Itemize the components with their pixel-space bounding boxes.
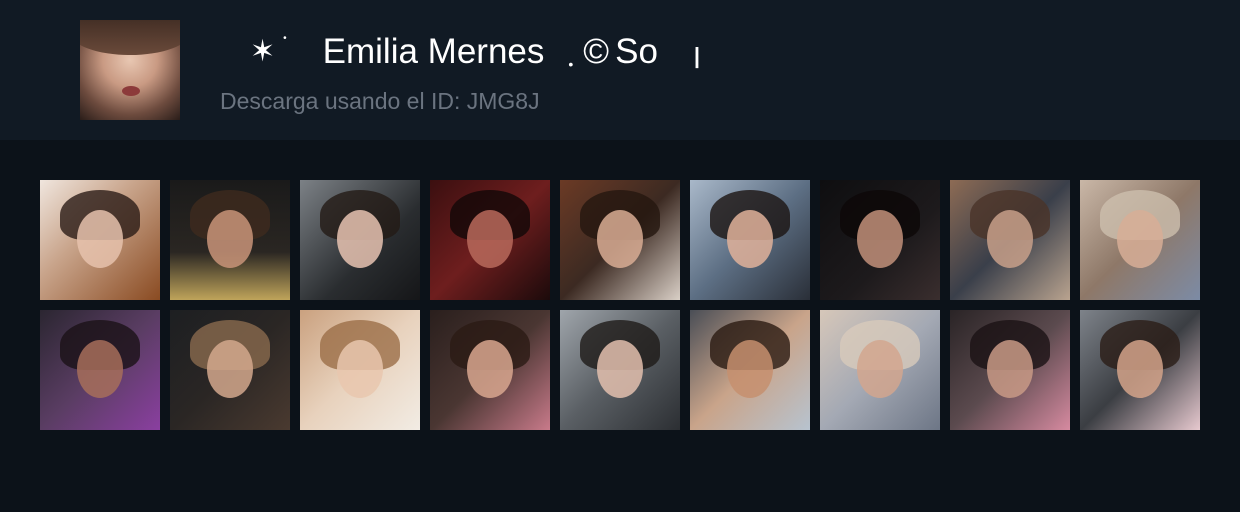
avatar-hair [80, 20, 180, 55]
thumbnail-face [207, 340, 253, 398]
video-thumbnail[interactable] [950, 310, 1070, 430]
video-thumbnail[interactable] [300, 310, 420, 430]
thumbnail-face [337, 210, 383, 268]
thumbnail-face [727, 210, 773, 268]
video-thumbnail[interactable] [950, 180, 1070, 300]
thumbnail-face [77, 210, 123, 268]
video-thumbnail[interactable] [1080, 310, 1200, 430]
thumbnail-face [857, 340, 903, 398]
thumbnail-face [467, 210, 513, 268]
video-thumbnail[interactable] [430, 310, 550, 430]
video-thumbnail[interactable] [40, 180, 160, 300]
bar-mark: | [693, 43, 701, 68]
thumbnail-face [1117, 210, 1163, 268]
thumbnail-grid [40, 180, 1200, 430]
profile-name: Emilia Mernes [322, 32, 545, 71]
dot-mark: • [283, 32, 287, 44]
title-suffix: So [615, 32, 658, 71]
thumbnail-face [987, 210, 1033, 268]
thumbnail-face [1117, 340, 1163, 398]
profile-header: ✶ • Emilia Mernes • © So | Descarga usan… [0, 0, 1240, 140]
avatar-mouth [122, 86, 140, 96]
video-thumbnail[interactable] [430, 180, 550, 300]
video-thumbnail[interactable] [300, 180, 420, 300]
thumbnail-face [467, 340, 513, 398]
copyright-icon: © [583, 32, 610, 71]
thumbnail-face [857, 210, 903, 268]
thumbnail-face [727, 340, 773, 398]
video-thumbnail[interactable] [40, 310, 160, 430]
video-thumbnail[interactable] [820, 180, 940, 300]
video-thumbnail[interactable] [560, 310, 680, 430]
video-thumbnail[interactable] [1080, 180, 1200, 300]
profile-title: ✶ • Emilia Mernes • © So | [250, 30, 700, 74]
video-thumbnail[interactable] [560, 180, 680, 300]
video-thumbnail[interactable] [690, 310, 810, 430]
video-thumbnail[interactable] [690, 180, 810, 300]
video-thumbnail[interactable] [170, 180, 290, 300]
thumbnail-face [337, 340, 383, 398]
thumbnail-face [77, 340, 123, 398]
download-id-text: Descarga usando el ID: JMG8J [220, 88, 540, 114]
thumbnail-face [597, 340, 643, 398]
thumbnail-face [987, 340, 1033, 398]
avatar[interactable] [80, 20, 180, 120]
star-icon: ✶ [250, 35, 276, 68]
video-thumbnail[interactable] [170, 310, 290, 430]
thumbnail-face [207, 210, 253, 268]
video-thumbnail[interactable] [820, 310, 940, 430]
dot-mark-low: • [568, 56, 574, 72]
thumbnail-face [597, 210, 643, 268]
